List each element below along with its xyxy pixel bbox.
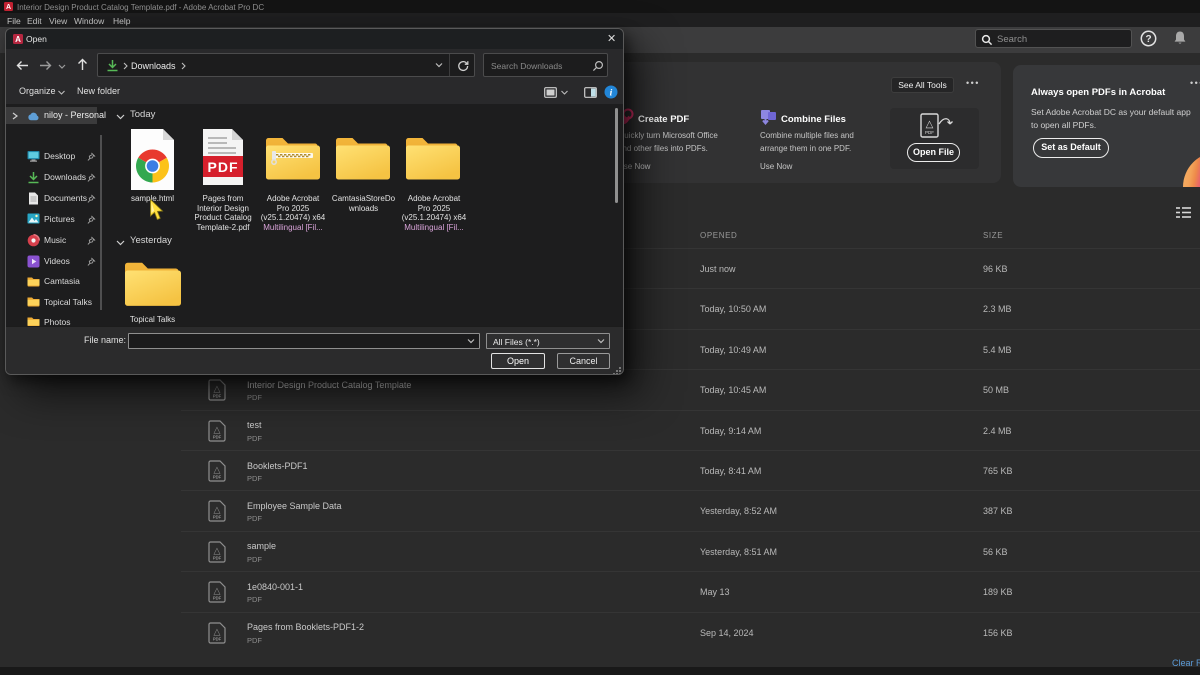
svg-text:PDF: PDF xyxy=(213,475,222,480)
svg-text:△: △ xyxy=(214,424,221,434)
svg-text:PDF: PDF xyxy=(213,555,222,560)
svg-text:△: △ xyxy=(214,505,221,515)
svg-text:PDF: PDF xyxy=(213,636,222,641)
svg-text:△: △ xyxy=(214,586,221,596)
svg-text:PDF: PDF xyxy=(925,130,934,135)
svg-text:A: A xyxy=(15,35,21,44)
svg-text:PDF: PDF xyxy=(213,515,222,520)
svg-text:△: △ xyxy=(214,384,221,394)
svg-text:△: △ xyxy=(214,545,221,555)
svg-text:△: △ xyxy=(926,119,934,130)
svg-text:PDF: PDF xyxy=(208,159,239,175)
svg-text:△: △ xyxy=(214,626,221,636)
svg-text:PDF: PDF xyxy=(213,596,222,601)
svg-text:?: ? xyxy=(1145,34,1151,45)
svg-text:A: A xyxy=(6,4,11,11)
svg-text:i: i xyxy=(610,89,613,99)
svg-text:PDF: PDF xyxy=(213,394,222,399)
svg-text:△: △ xyxy=(214,465,221,475)
svg-text:PDF: PDF xyxy=(213,434,222,439)
